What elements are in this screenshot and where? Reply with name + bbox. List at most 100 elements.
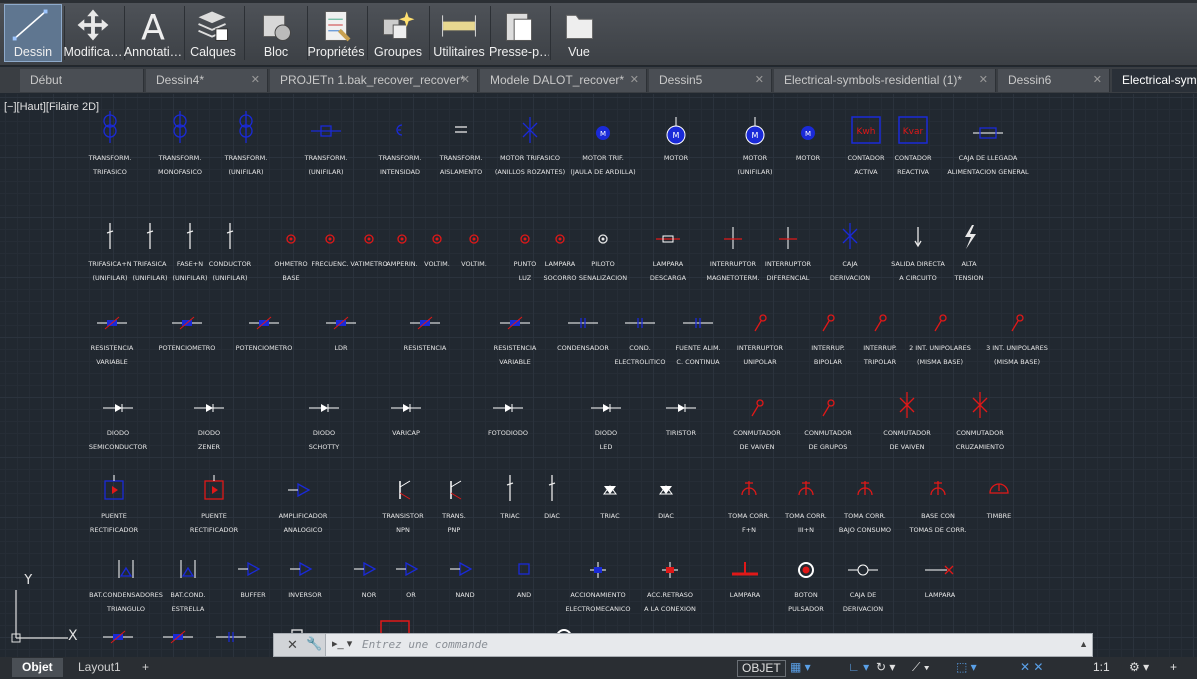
grid-icon[interactable]: ▦ ▾ bbox=[790, 660, 811, 677]
symbol-label-2: (UNIFILAR) bbox=[228, 168, 264, 176]
ribbon-layers-button[interactable]: Calques bbox=[184, 4, 242, 62]
tab-label: Dessin6 bbox=[1008, 73, 1052, 87]
ribbon-move-arrows-button[interactable]: Modifica… bbox=[63, 4, 123, 62]
cap-symbol-icon bbox=[568, 318, 598, 328]
symbol-item[interactable]: PUENTE RECTIFICADOR bbox=[169, 461, 259, 537]
symbol-label-2: BASE bbox=[282, 274, 300, 282]
close-icon[interactable]: ✕ bbox=[287, 637, 298, 653]
add-layout-button[interactable]: + bbox=[132, 658, 159, 677]
symbol-label-1: CAJA DE LLEGADA bbox=[958, 154, 1018, 162]
symbol-label-2: VARIABLE bbox=[96, 358, 128, 366]
ribbon-block-button[interactable]: Bloc bbox=[247, 4, 305, 62]
sw-symbol-icon bbox=[754, 314, 767, 332]
symbol-item[interactable]: PUENTE RECTIFICADOR bbox=[69, 461, 159, 537]
x-symbol-icon bbox=[842, 223, 858, 249]
symbol-item[interactable]: DIODO SEMICONDUCTOR bbox=[73, 378, 163, 454]
gear-icon[interactable]: ⚙ ▾ bbox=[1129, 660, 1149, 677]
osnap-icon[interactable]: ⬚ ▾ bbox=[956, 660, 977, 677]
symbol-item[interactable]: LDR bbox=[296, 293, 386, 355]
svg-text:M: M bbox=[752, 131, 759, 140]
layout-tab-objet[interactable]: Objet bbox=[12, 658, 63, 677]
symbol-label-2: ZENER bbox=[197, 443, 221, 451]
symbol-item[interactable]: RESISTENCIA bbox=[380, 293, 470, 355]
symbol-item[interactable]: 3 INT. UNIPOLARES (MISMA BASE) bbox=[972, 293, 1062, 369]
symbol-item[interactable]: CONMUTADOR DE GRUPOS bbox=[783, 378, 873, 454]
ribbon-folder-view-button[interactable]: Vue bbox=[550, 4, 608, 62]
snap-icon[interactable]: ∟ ▾ bbox=[848, 660, 869, 677]
symbol-item[interactable]: AMPLIFICADOR ANALOGICO bbox=[258, 461, 348, 537]
symbol-label-1: MOTOR bbox=[663, 154, 689, 162]
symbol-item[interactable]: VARICAP bbox=[361, 378, 451, 440]
chevron-up-icon[interactable]: ▲ bbox=[1079, 639, 1088, 649]
symbol-item[interactable]: TRANSFORM. (UNIFILAR) bbox=[201, 103, 291, 179]
symbol-item[interactable]: CONMUTADOR CRUZAMIENTO bbox=[935, 378, 1025, 454]
symbol-label-1: LDR bbox=[334, 344, 348, 352]
close-tab-icon[interactable]: ✕ bbox=[630, 73, 639, 86]
close-tab-icon[interactable]: ✕ bbox=[251, 73, 260, 86]
res-symbol-icon bbox=[172, 316, 202, 330]
ribbon-label: Annotati… bbox=[123, 45, 183, 59]
prompt-icon[interactable]: ▸_ ▾ bbox=[332, 637, 352, 650]
symbol-item[interactable]: CAJA DE LLEGADA ALIMENTACION GENERAL bbox=[943, 103, 1033, 179]
coil-symbol-icon bbox=[311, 125, 341, 137]
tab-document[interactable]: Modele DALOT_recover* ✕ bbox=[480, 69, 647, 92]
scale-dropdown[interactable]: 1:1 bbox=[1093, 660, 1110, 677]
symbol-item[interactable]: FOTODIODO bbox=[463, 378, 553, 440]
ucs-x-label: X bbox=[68, 628, 78, 644]
sw-symbol-icon bbox=[751, 399, 764, 417]
layout-tab-layout1[interactable]: Layout1 bbox=[68, 658, 131, 677]
ribbon-measure-button[interactable]: Utilitaires bbox=[430, 4, 488, 62]
isodraft-icon[interactable]: ⟋ ▾ bbox=[912, 660, 930, 677]
command-input[interactable]: Entrez une commande bbox=[362, 638, 488, 651]
ucs-y-label: Y bbox=[23, 574, 33, 588]
wrench-icon[interactable]: 🔧 bbox=[306, 636, 322, 652]
tab-document[interactable]: Dessin6 ✕ bbox=[998, 69, 1110, 92]
sock-symbol-icon bbox=[798, 481, 814, 496]
polar-icon[interactable]: ↻ ▾ bbox=[876, 660, 895, 677]
ring-symbol-icon bbox=[798, 562, 814, 578]
symbol-item[interactable]: TIMBRE bbox=[954, 461, 1044, 523]
symbol-label-1: TRANSFORM. bbox=[224, 154, 268, 162]
symbol-label-2: PNP bbox=[447, 526, 461, 534]
ribbon-text-a-button[interactable]: A Annotati… bbox=[124, 4, 182, 62]
ribbon-clipboard-button[interactable]: Presse-p… bbox=[489, 4, 549, 62]
symbol-label-2: TENSION bbox=[954, 274, 984, 282]
close-tab-icon[interactable]: ✕ bbox=[1093, 73, 1102, 86]
symbol-item[interactable]: M MOTOR bbox=[631, 103, 721, 165]
tab-document[interactable]: Electrical-symb bbox=[1112, 69, 1197, 92]
sq-symbol-icon bbox=[518, 563, 530, 575]
ribbon-line-draw-button[interactable]: Dessin bbox=[4, 4, 62, 62]
close-tab-icon[interactable]: ✕ bbox=[979, 73, 988, 86]
bridge-symbol-icon bbox=[204, 475, 224, 500]
symbol-label-1: 3 INT. UNIPOLARES bbox=[986, 344, 1048, 352]
ribbon-label: Dessin bbox=[13, 45, 53, 59]
plus-icon[interactable]: + bbox=[1170, 660, 1177, 677]
ribbon-properties-button[interactable]: Propriétés bbox=[307, 4, 365, 62]
tab-document[interactable]: Début bbox=[20, 69, 144, 92]
circline-symbol-icon bbox=[848, 564, 878, 576]
model-space-button[interactable]: OBJET bbox=[737, 660, 786, 677]
tab-document[interactable]: Electrical-symbols-residential (1)* ✕ bbox=[774, 69, 996, 92]
svg-text:M: M bbox=[805, 130, 811, 138]
close-tab-icon[interactable]: ✕ bbox=[461, 73, 470, 86]
symbol-item[interactable]: DIODO ZENER bbox=[164, 378, 254, 454]
symbol-label-2: A LA CONEXION bbox=[644, 605, 696, 613]
symbol-item[interactable]: DIAC bbox=[621, 461, 711, 523]
command-line[interactable]: ✕ 🔧 ▸_ ▾ Entrez une commande ▲ bbox=[273, 633, 1093, 657]
symbol-item[interactable]: DIODO SCHOTTY bbox=[279, 378, 369, 454]
xfmr-symbol-icon bbox=[239, 111, 253, 143]
symbol-item[interactable]: LAMPARA bbox=[895, 540, 985, 602]
diode-symbol-icon bbox=[103, 404, 133, 412]
res-symbol-icon bbox=[103, 630, 133, 644]
res-symbol-icon bbox=[500, 316, 530, 330]
annotation-icon[interactable]: ✕ ✕ bbox=[1020, 660, 1043, 677]
cap-symbol-icon bbox=[683, 318, 713, 328]
ribbon-separator bbox=[244, 6, 245, 60]
tab-document[interactable]: PROJETn 1.bak_recover_recover* ✕ bbox=[270, 69, 478, 92]
ribbon-groups-button[interactable]: Groupes bbox=[369, 4, 427, 62]
symbol-label-1: DIODO bbox=[312, 429, 336, 437]
close-tab-icon[interactable]: ✕ bbox=[755, 73, 764, 86]
symbol-item[interactable]: ALTA TENSION bbox=[924, 209, 1014, 285]
tab-document[interactable]: Dessin4* ✕ bbox=[146, 69, 268, 92]
tab-document[interactable]: Dessin5 ✕ bbox=[649, 69, 772, 92]
